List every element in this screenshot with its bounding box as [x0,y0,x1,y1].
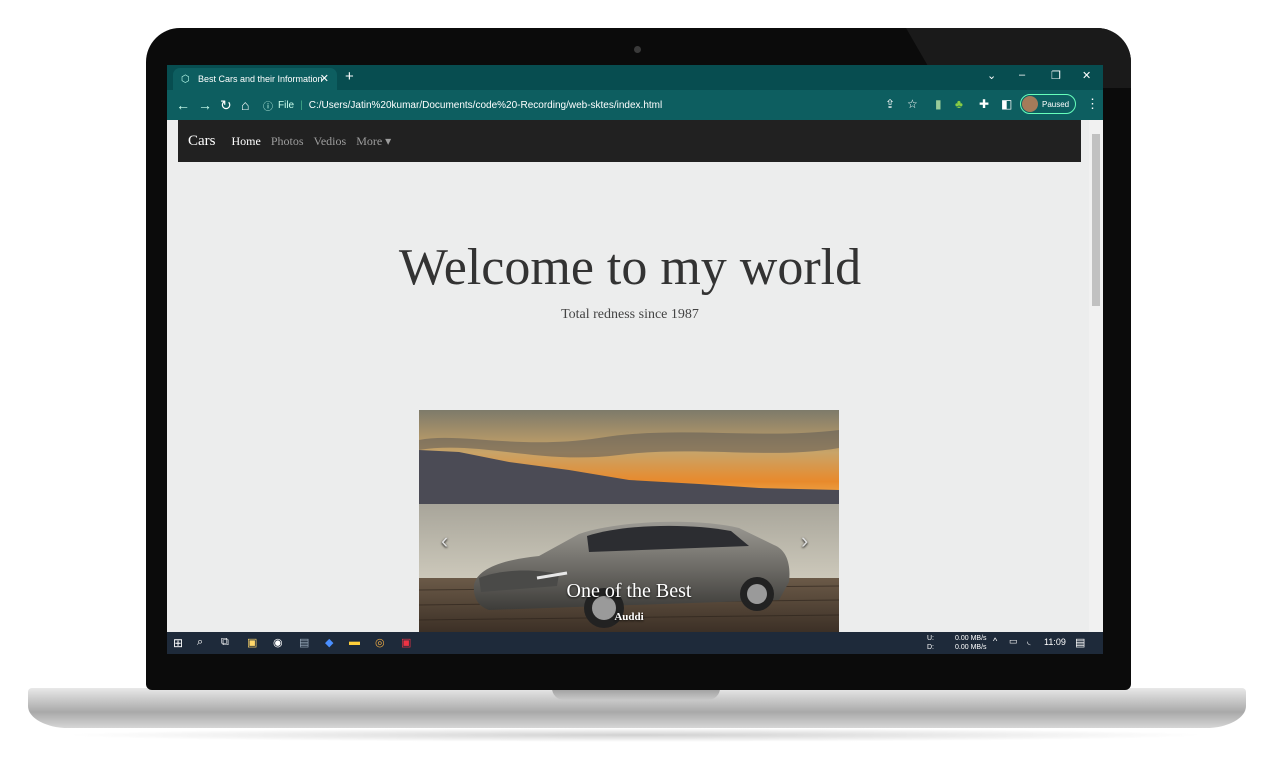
navbar-brand[interactable]: Cars [188,133,216,150]
back-icon[interactable]: ← [176,97,190,113]
nav-link-vedios[interactable]: Vedios [314,134,347,149]
download-speed: 0.00 MB/s [955,644,987,651]
tab-close-icon[interactable]: ✕ [320,72,329,85]
calculator-icon[interactable]: ▤ [299,636,309,649]
hero-title: Welcome to my world [398,239,862,296]
tab-bar: ⬡ Best Cars and their Information ✕ + ⌄ … [167,65,1103,90]
vscode-icon[interactable]: ◆ [325,636,333,649]
chrome-icon[interactable]: ◎ [375,636,385,649]
minimize-button[interactable]: – [1019,69,1025,81]
nav-link-home[interactable]: Home [232,134,261,149]
restore-button[interactable]: ❐ [1051,69,1061,82]
laptop-shadow [60,728,1210,742]
task-view-icon[interactable]: ⧉ [221,636,229,649]
tab-search-icon[interactable]: ⌄ [987,69,996,82]
camera-icon [634,46,641,53]
avatar [1022,96,1038,112]
reload-icon[interactable]: ↻ [220,97,232,114]
extensions-puzzle-icon[interactable]: ✚ [979,97,989,111]
laptop-scene: ⬡ Best Cars and their Information ✕ + ⌄ … [0,0,1274,765]
hero-subtitle: Total redness since 1987 [561,307,699,322]
toolbar: ← → ↻ ⌂ ⓘ File | C:/Users/Jatin%20kumar/… [167,90,1103,120]
url-scheme: File [278,99,295,111]
windows-taskbar: ⊞ ⌕ ⧉ ▣ ◉ ▤ ◆ ▬ ◎ ▣ U: D: 0.00 MB/s 0.00… [167,632,1103,654]
web-page: Cars Home Photos Vedios More ▾ Welcome t… [167,120,1103,632]
info-icon[interactable]: ⓘ [263,98,273,113]
laptop-lid: ⬡ Best Cars and their Information ✕ + ⌄ … [146,28,1131,690]
calendar-app-icon[interactable]: ▣ [247,636,257,649]
screen: ⬡ Best Cars and their Information ✕ + ⌄ … [167,65,1103,654]
net-speed-values: 0.00 MB/s 0.00 MB/s [955,634,987,652]
upload-label: U: [927,635,934,642]
net-speed-labels: U: D: [927,634,934,652]
tab-title: Best Cars and their Information [198,74,323,84]
site-favicon-icon: ⬡ [181,73,190,85]
carousel[interactable]: ‹ › One of the Best Auddi [419,410,839,632]
home-icon[interactable]: ⌂ [241,97,249,113]
url-text[interactable]: C:/Users/Jatin%20kumar/Documents/code%20… [309,100,662,111]
page-scrollbar[interactable] [1089,120,1103,632]
carousel-next-icon[interactable]: › [801,528,808,554]
clock[interactable]: 11:09 [1044,637,1066,647]
notifications-icon[interactable]: ▤ [1075,636,1085,649]
new-tab-button[interactable]: + [345,68,354,85]
file-explorer-icon[interactable]: ▬ [349,636,360,648]
bookmark-star-icon[interactable]: ☆ [907,97,918,111]
extension-icon[interactable]: ▮ [935,97,942,111]
powerpoint-icon[interactable]: ▣ [401,636,411,649]
download-label: D: [927,644,934,651]
start-windows-icon[interactable]: ⊞ [173,636,183,650]
forward-icon[interactable]: → [198,97,212,113]
browser-tab[interactable]: ⬡ Best Cars and their Information ✕ [173,68,337,90]
scrollbar-thumb[interactable] [1092,134,1100,306]
battery-icon[interactable]: ▭ [1009,636,1018,647]
side-panel-icon[interactable]: ◧ [1001,97,1012,111]
profile-status: Paused [1042,99,1070,109]
menu-kebab-icon[interactable]: ⋮ [1086,96,1099,112]
nav-dropdown-more[interactable]: More ▾ [356,134,391,149]
carousel-caption-subtitle: Auddi [614,611,644,623]
close-window-button[interactable]: ✕ [1082,69,1091,82]
search-icon[interactable]: ⌕ [197,636,203,649]
carousel-prev-icon[interactable]: ‹ [441,528,448,554]
site-navbar: Cars Home Photos Vedios More ▾ [178,120,1081,162]
address-bar[interactable]: ⓘ File | C:/Users/Jatin%20kumar/Document… [263,95,963,115]
nav-link-photos[interactable]: Photos [271,134,304,149]
extension-tree-icon[interactable]: ♣ [955,97,963,111]
profile-button[interactable]: Paused [1020,94,1076,114]
tray-chevron-icon[interactable]: ^ [993,636,997,646]
upload-speed: 0.00 MB/s [955,635,987,642]
url-separator: | [300,99,303,111]
app-circle-icon[interactable]: ◉ [273,636,283,649]
wifi-icon[interactable]: ◟ [1027,636,1031,647]
share-icon[interactable]: ⇪ [885,97,895,111]
carousel-caption-title: One of the Best [566,580,692,602]
